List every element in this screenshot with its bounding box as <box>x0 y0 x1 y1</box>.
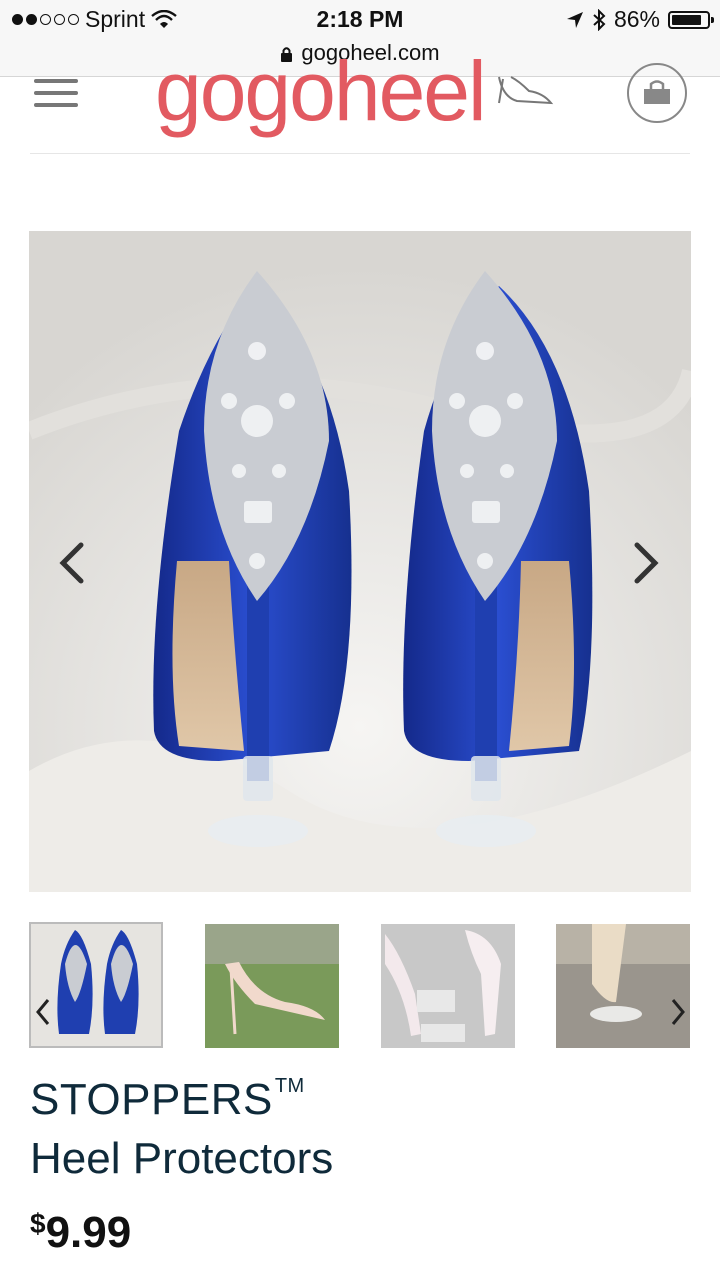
thumbnail-1[interactable] <box>29 922 163 1048</box>
site-header: gogoheel <box>0 44 720 155</box>
product-title-line2: Heel Protectors <box>30 1134 334 1183</box>
thumb-prev-icon[interactable] <box>33 996 53 1028</box>
thumbnail-3[interactable] <box>381 924 515 1048</box>
thumbnail-4[interactable] <box>556 924 690 1048</box>
chevron-right-icon[interactable] <box>625 541 665 585</box>
battery-icon <box>668 10 714 29</box>
price-currency: $ <box>30 1208 46 1239</box>
bluetooth-icon <box>593 8 606 31</box>
trademark-symbol: TM <box>274 1075 305 1097</box>
price-amount: 9.99 <box>45 1208 132 1257</box>
product-title-line1: STOPPERS TM <box>30 1075 305 1125</box>
product-main-image[interactable] <box>29 231 691 892</box>
chevron-left-icon[interactable] <box>53 541 93 585</box>
location-arrow-icon <box>566 11 583 28</box>
logo-shoe-icon <box>498 76 554 105</box>
site-logo[interactable]: gogoheel <box>155 43 487 140</box>
header-divider <box>30 153 690 154</box>
status-icons: 86% <box>566 6 714 33</box>
blue-heels-photo <box>29 231 691 892</box>
thumbnail-2[interactable] <box>205 924 339 1048</box>
thumbnail-strip <box>29 922 691 1050</box>
shopping-bag-icon[interactable] <box>627 63 687 123</box>
product-brand: STOPPERS <box>30 1075 273 1124</box>
product-price: $9.99 <box>30 1208 131 1258</box>
battery-percent: 86% <box>613 6 660 32</box>
hamburger-icon[interactable] <box>34 79 78 109</box>
thumb-next-icon[interactable] <box>668 996 688 1028</box>
